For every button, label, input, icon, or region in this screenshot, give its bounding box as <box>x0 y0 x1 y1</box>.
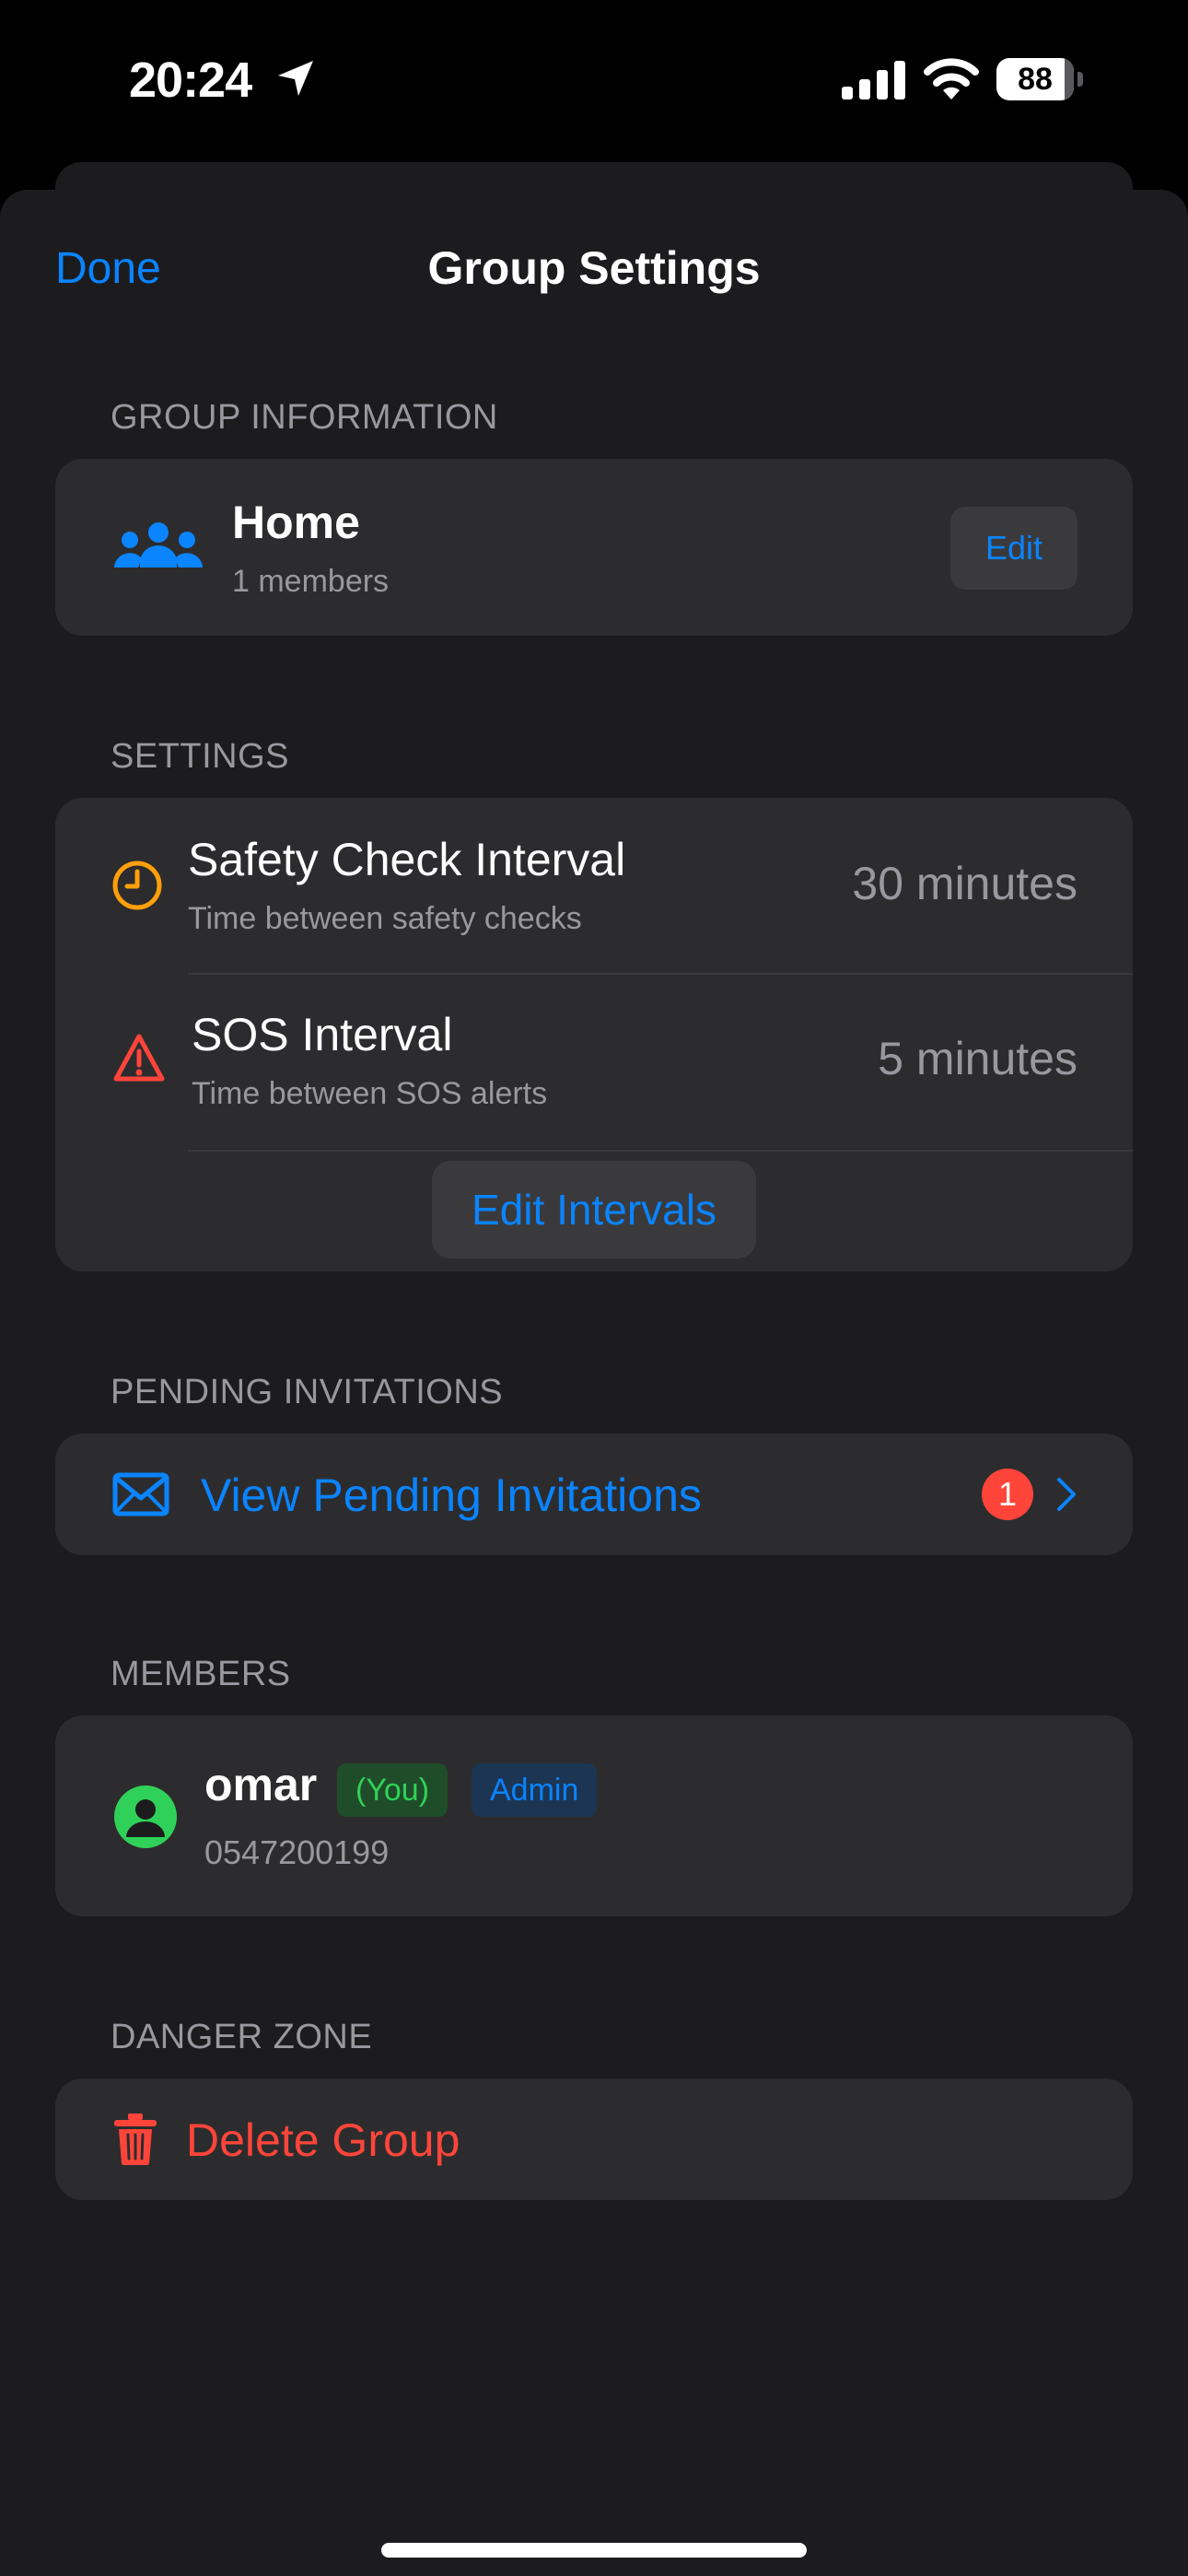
battery-nub <box>1077 72 1083 87</box>
battery-body: 88 <box>996 58 1074 100</box>
battery-icon: 88 <box>996 58 1083 100</box>
delete-group-label: Delete Group <box>186 2114 460 2166</box>
members-card: omar (You) Admin 0547200199 <box>55 1715 1133 1916</box>
status-bar: 20:24 88 <box>0 0 1188 157</box>
view-pending-invitations-label: View Pending Invitations <box>201 1469 702 1521</box>
pending-count-badge: 1 <box>982 1469 1033 1520</box>
battery-level: 88 <box>1018 62 1053 97</box>
status-time: 20:24 <box>129 53 252 108</box>
edit-group-button[interactable]: Edit <box>950 507 1077 590</box>
warning-icon <box>113 1034 165 1082</box>
setting-row-safety-check[interactable]: Safety Check Interval Time between safet… <box>55 798 1133 973</box>
you-tag: (You) <box>337 1763 448 1817</box>
trash-icon <box>114 2113 157 2165</box>
envelope-icon <box>112 1472 169 1516</box>
screen: 20:24 88 Done Group Settings GROUP INFOR… <box>0 0 1188 2576</box>
group-info-card: Home 1 members Edit <box>55 459 1133 636</box>
member-phone: 0547200199 <box>204 1833 390 1871</box>
home-indicator <box>381 2543 807 2558</box>
setting-value: 5 minutes <box>878 1033 1077 1084</box>
section-header-pending-invitations: PENDING INVITATIONS <box>111 1373 504 1411</box>
setting-title: Safety Check Interval <box>188 834 626 885</box>
setting-value: 30 minutes <box>852 858 1077 909</box>
section-header-members: MEMBERS <box>111 1655 291 1693</box>
setting-subtitle: Time between SOS alerts <box>192 1076 548 1111</box>
settings-sheet: Done Group Settings GROUP INFORMATION Ho… <box>0 190 1188 2576</box>
signal-icon <box>842 61 905 100</box>
delete-group-row[interactable]: Delete Group <box>55 2078 1133 2200</box>
setting-subtitle: Time between safety checks <box>188 901 582 936</box>
group-member-count: 1 members <box>232 564 390 599</box>
avatar <box>114 1786 177 1848</box>
edit-intervals-button[interactable]: Edit Intervals <box>432 1161 756 1259</box>
section-header-group-information: GROUP INFORMATION <box>111 398 498 437</box>
section-header-settings: SETTINGS <box>111 737 290 776</box>
setting-row-sos[interactable]: SOS Interval Time between SOS alerts 5 m… <box>55 975 1133 1150</box>
chevron-right-icon <box>1057 1478 1076 1511</box>
section-header-danger-zone: DANGER ZONE <box>111 2018 373 2056</box>
setting-title: SOS Interval <box>192 1009 453 1060</box>
settings-card: Safety Check Interval Time between safet… <box>55 798 1133 1271</box>
row-divider <box>188 1150 1133 1152</box>
person-icon <box>126 1799 165 1837</box>
view-pending-invitations-row[interactable]: View Pending Invitations 1 <box>55 1434 1133 1555</box>
location-arrow-icon <box>278 61 313 96</box>
clock-icon <box>112 861 162 910</box>
group-icon <box>114 522 203 568</box>
admin-tag: Admin <box>472 1763 598 1817</box>
page-title: Group Settings <box>427 242 761 294</box>
member-name: omar <box>204 1759 318 1810</box>
group-name: Home <box>232 497 360 548</box>
wifi-icon <box>924 58 979 100</box>
